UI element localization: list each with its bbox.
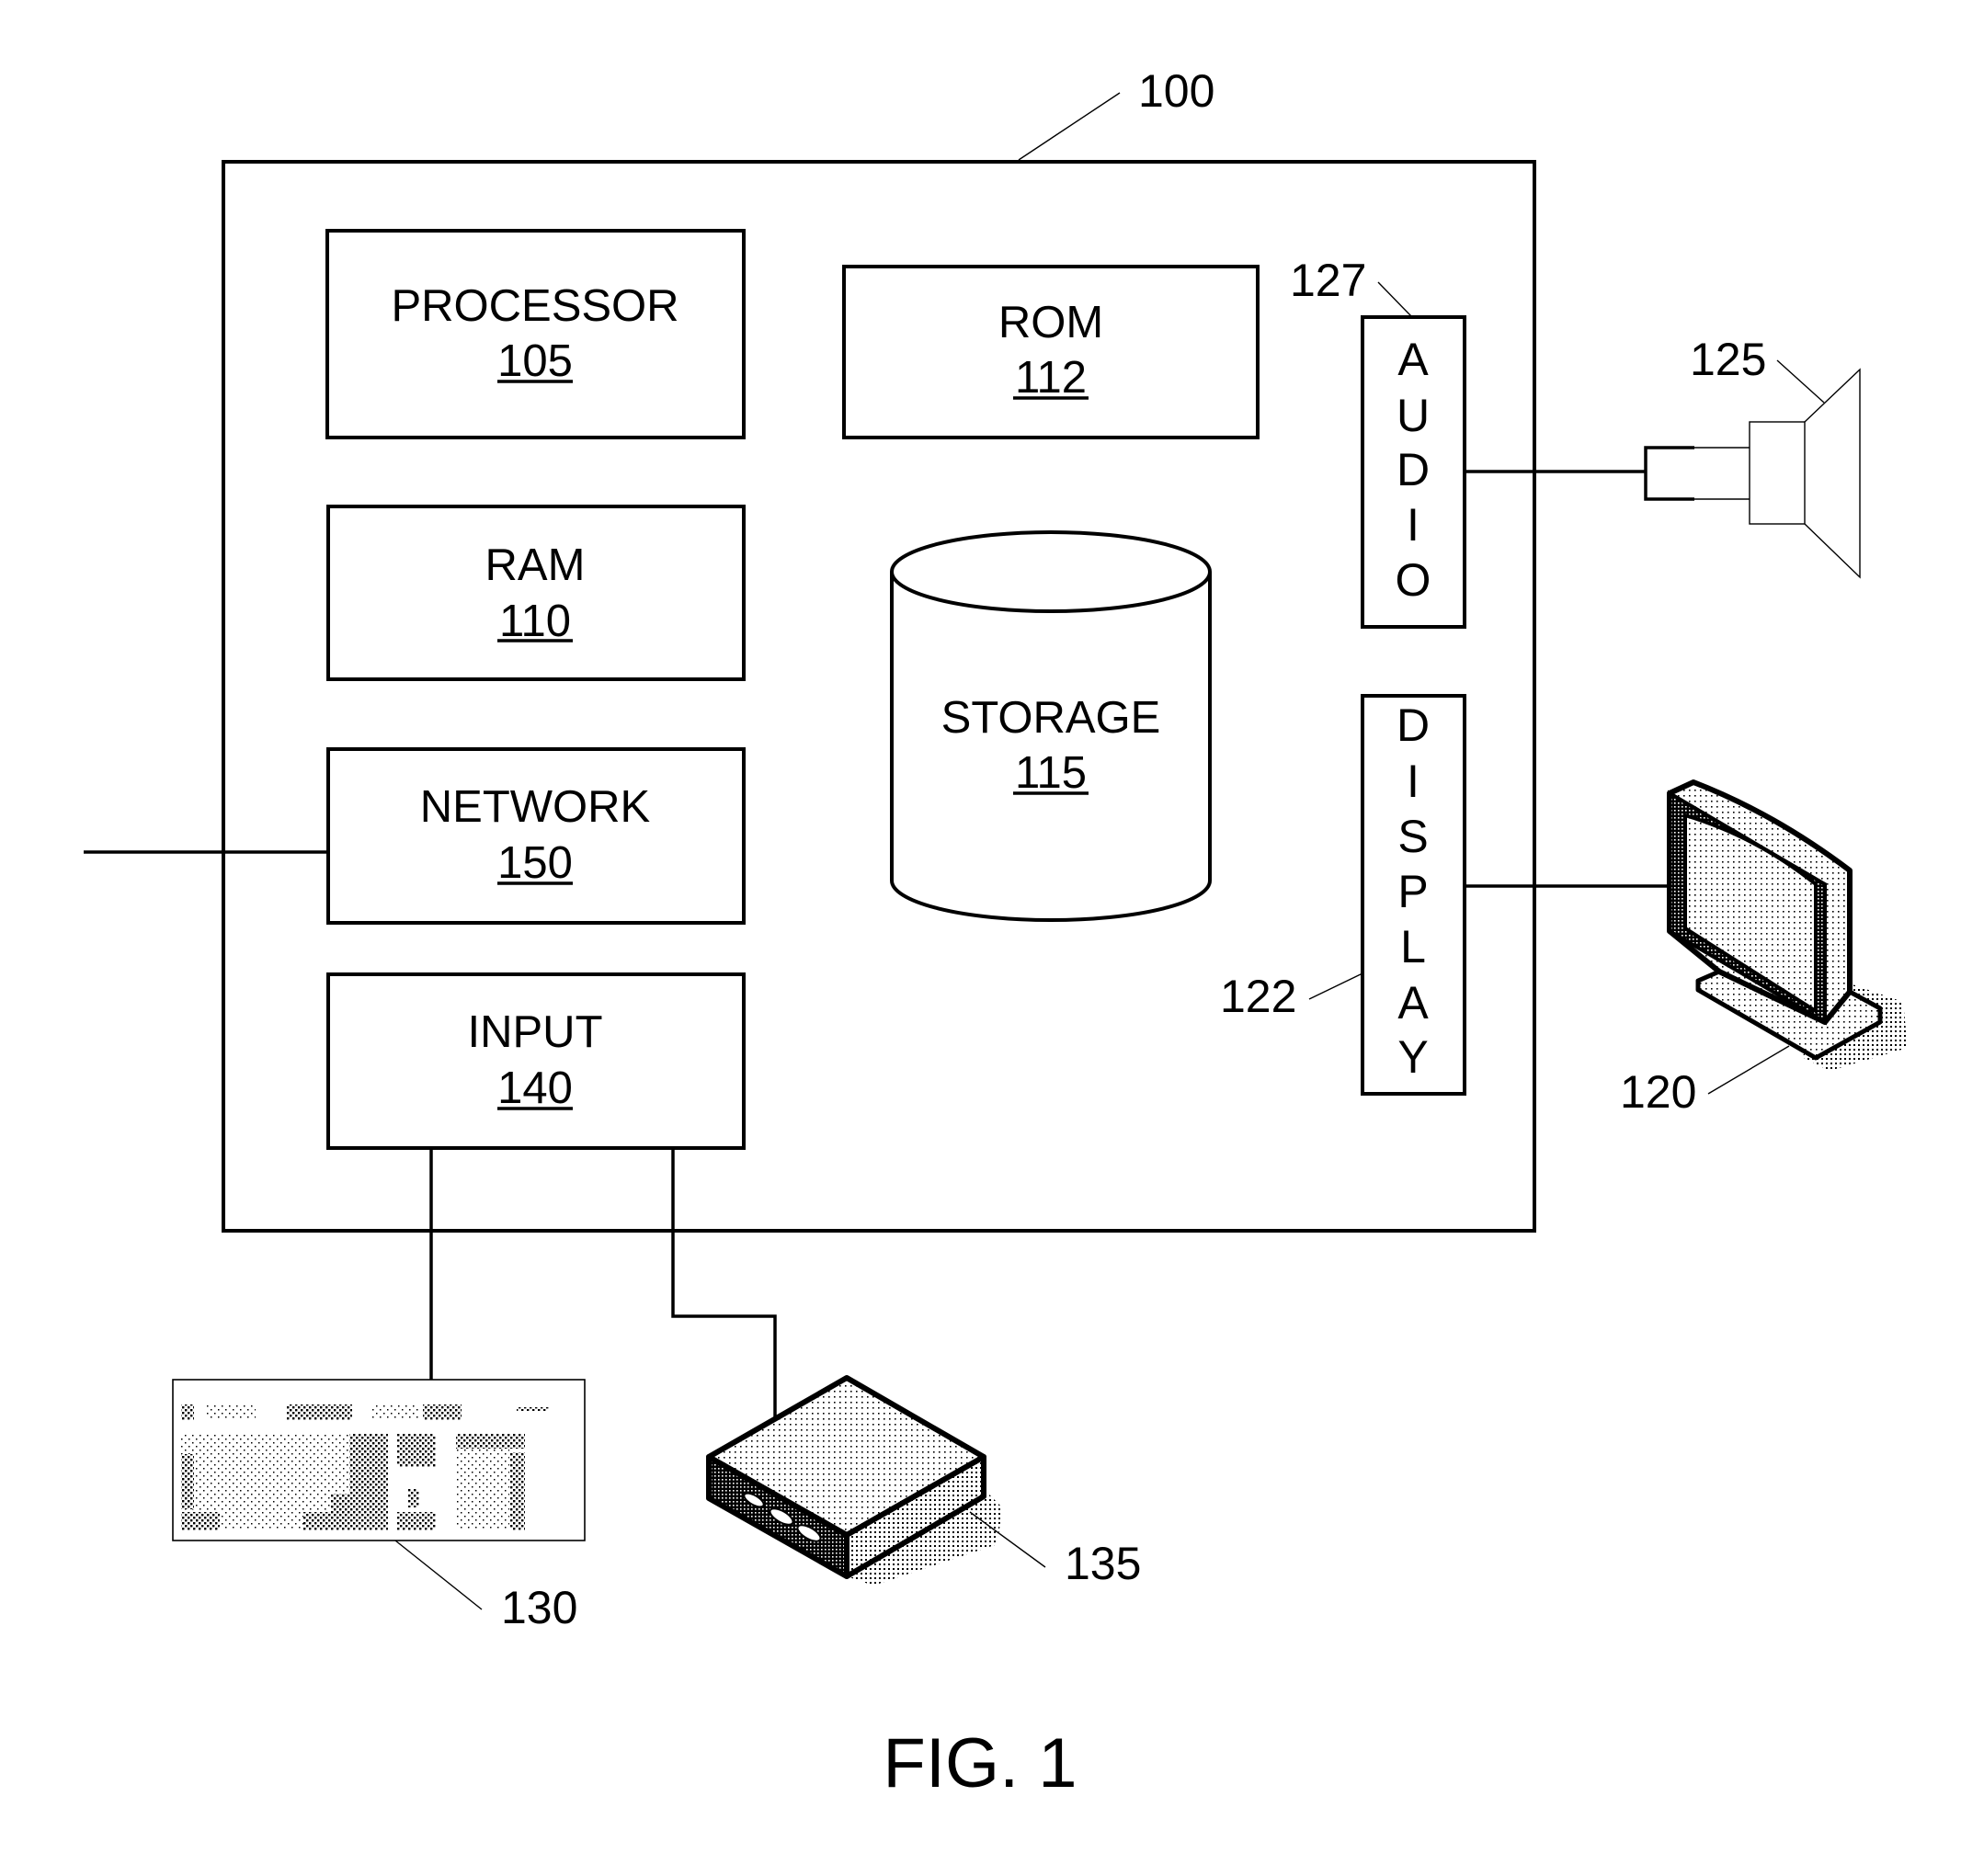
monitor-icon [1667, 779, 1908, 1071]
input-ref: 140 [497, 1063, 573, 1113]
system-ref-label: 100 [1138, 65, 1214, 117]
rom-block: ROM 112 [842, 265, 1260, 439]
rom-title: ROM [998, 298, 1103, 347]
audio-ref-label: 127 [1290, 255, 1366, 306]
keyboard-ref-leader [394, 1540, 483, 1610]
input-title: INPUT [468, 1007, 603, 1057]
storage-cylinder: STORAGE 115 [890, 530, 1212, 922]
speaker-ref-label: 125 [1690, 334, 1766, 385]
display-letter: I [1407, 756, 1419, 807]
computer-system-diagram: 100 PROCESSOR 105 RAM 110 NETWORK 150 IN… [84, 65, 1908, 1802]
display-letter: L [1400, 921, 1426, 972]
input-block: INPUT 140 [326, 972, 746, 1150]
storage-title: STORAGE [941, 693, 1161, 743]
monitor-ref-label: 120 [1620, 1066, 1696, 1118]
audio-letter: U [1397, 390, 1430, 441]
ram-block: RAM 110 [326, 505, 746, 681]
network-block: NETWORK 150 [326, 747, 746, 925]
speaker-ref-leader [1776, 359, 1825, 404]
display-letter: D [1397, 699, 1430, 751]
keyboard-ref-label: 130 [501, 1582, 577, 1633]
speaker-icon [1644, 368, 1861, 579]
figure-caption: FIG. 1 [883, 1724, 1077, 1802]
network-title: NETWORK [420, 782, 651, 832]
storage-ref: 115 [1015, 748, 1087, 798]
display-letter: S [1397, 811, 1428, 862]
display-block: D I S P L A Y [1361, 694, 1466, 1096]
ram-ref: 110 [499, 597, 571, 646]
audio-letter: I [1407, 499, 1419, 551]
rom-ref: 112 [1015, 353, 1087, 403]
display-ref-label: 122 [1220, 971, 1296, 1022]
processor-ref: 105 [497, 336, 573, 386]
audio-letter: O [1396, 554, 1431, 606]
device-icon [706, 1375, 1002, 1586]
network-ref: 150 [497, 838, 573, 888]
display-letter: P [1397, 866, 1428, 917]
processor-block: PROCESSOR 105 [325, 229, 746, 439]
monitor-ref-leader [1707, 1045, 1790, 1095]
audio-letter: D [1397, 444, 1430, 495]
audio-block: A U D I O [1361, 315, 1466, 629]
display-letter: A [1397, 977, 1429, 1029]
keyboard-icon [172, 1379, 586, 1541]
system-ref-leader [1018, 92, 1121, 161]
device-ref-label: 135 [1065, 1538, 1141, 1589]
processor-title: PROCESSOR [391, 281, 678, 331]
audio-letter: A [1397, 334, 1429, 385]
ram-title: RAM [485, 540, 586, 590]
display-letter: Y [1397, 1031, 1428, 1083]
